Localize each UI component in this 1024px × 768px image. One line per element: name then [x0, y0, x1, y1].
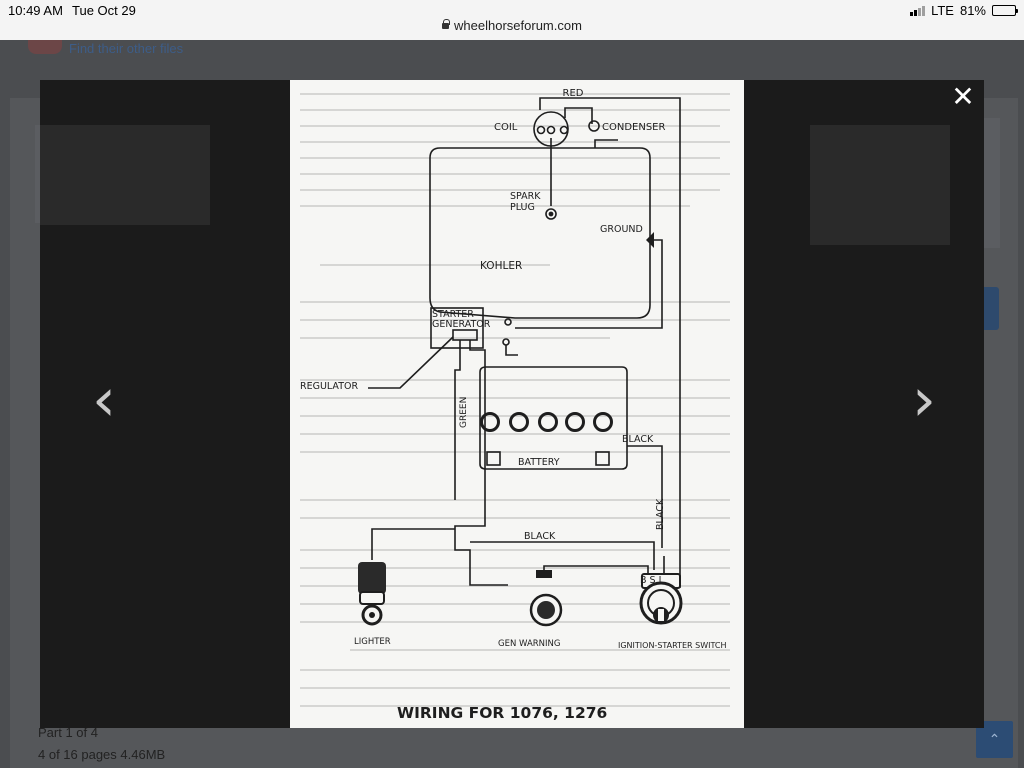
label-plug: PLUG [510, 202, 535, 213]
close-lightbox-button[interactable]: ✕ [950, 83, 976, 111]
label-coil: COIL [494, 122, 518, 133]
lightbox-side-panel [40, 125, 210, 225]
label-ground: GROUND [600, 224, 643, 235]
wiring-diagram: RED COIL CONDENSER SPARK PLUG GROUND KOH… [300, 88, 730, 722]
battery-positive-terminal [486, 451, 501, 466]
label-red: RED [563, 88, 584, 99]
address-bar[interactable]: wheelhorseforum.com [0, 18, 1024, 33]
battery-case [479, 366, 628, 470]
url-text: wheelhorseforum.com [454, 18, 582, 33]
label-black-battery: BLACK [622, 434, 654, 445]
uploader-avatar [28, 40, 62, 54]
battery-icon [992, 5, 1018, 16]
image-lightbox: ‹ › ✕ RED COIL CONDENSER SPARK PLUG GROU… [40, 80, 984, 728]
wiring-diagram-page: RED COIL CONDENSER SPARK PLUG GROUND KOH… [290, 80, 744, 728]
chevron-up-icon: ⌃ [988, 731, 1001, 747]
status-time: 10:49 AM [8, 3, 63, 18]
label-green: GREEN [459, 397, 469, 428]
signal-icon [910, 5, 926, 16]
diagram-title: WIRING FOR 1076, 1276 [397, 704, 607, 722]
battery-negative-terminal [595, 451, 610, 466]
label-black-vertical: BLACK [655, 498, 666, 530]
label-battery: BATTERY [518, 457, 560, 468]
lightbox-side-panel [810, 125, 950, 245]
label-kohler: KOHLER [480, 260, 522, 272]
chevron-right-icon: › [912, 365, 936, 435]
label-generator: GENERATOR [432, 319, 491, 330]
label-lighter: LIGHTER [354, 637, 391, 647]
chevron-left-icon: ‹ [92, 365, 116, 435]
label-condenser: CONDENSER [602, 122, 665, 133]
label-black-horizontal: BLACK [524, 531, 556, 542]
label-ignition-switch: IGNITION-STARTER SWITCH [618, 641, 727, 650]
wires [368, 97, 681, 588]
network-label: LTE [931, 3, 954, 18]
lock-icon [442, 19, 451, 29]
next-image-button[interactable]: › [912, 370, 936, 430]
status-indicators: LTE 81% [910, 3, 1018, 18]
previous-image-button[interactable]: ‹ [92, 370, 116, 430]
gen-warning-lamp-icon [529, 570, 563, 627]
label-terminals-bsi: B S I [640, 575, 661, 586]
status-date: Tue Oct 29 [72, 3, 136, 18]
status-bar: 10:49 AM Tue Oct 29 LTE 81% wheelhorsefo… [0, 0, 1024, 40]
label-gen-warning: GEN WARNING [498, 639, 561, 649]
lighter-icon [358, 562, 386, 626]
close-icon: ✕ [951, 80, 975, 113]
label-spark: SPARK [510, 191, 541, 202]
other-files-link[interactable]: Find their other files [69, 41, 183, 56]
battery-percent: 81% [959, 3, 986, 18]
page-count-size: 4 of 16 pages 4.46MB [38, 747, 166, 762]
label-regulator: REGULATOR [300, 381, 358, 392]
